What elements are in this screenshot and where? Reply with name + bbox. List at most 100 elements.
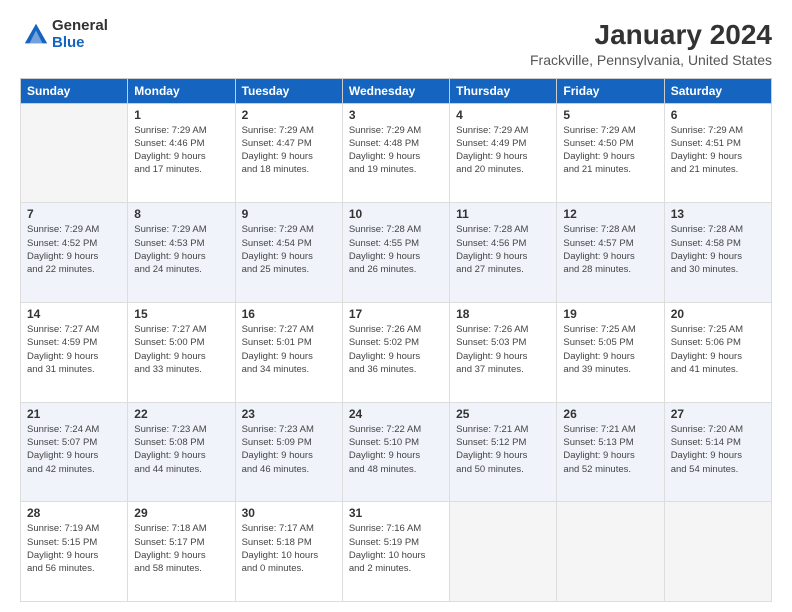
table-row: 10 Sunrise: 7:28 AM Sunset: 4:55 PM Dayli… xyxy=(342,203,449,303)
day-number: 22 xyxy=(134,407,228,421)
day-number: 29 xyxy=(134,506,228,520)
day-info: Sunrise: 7:28 AM Sunset: 4:58 PM Dayligh… xyxy=(671,223,765,276)
table-row: 28 Sunrise: 7:19 AM Sunset: 5:15 PM Dayli… xyxy=(21,502,128,602)
day-number: 26 xyxy=(563,407,657,421)
table-row: 5 Sunrise: 7:29 AM Sunset: 4:50 PM Daylig… xyxy=(557,103,664,203)
day-info: Sunrise: 7:29 AM Sunset: 4:50 PM Dayligh… xyxy=(563,124,657,177)
calendar-week-row: 28 Sunrise: 7:19 AM Sunset: 5:15 PM Dayli… xyxy=(21,502,772,602)
day-info: Sunrise: 7:24 AM Sunset: 5:07 PM Dayligh… xyxy=(27,423,121,476)
day-number: 30 xyxy=(242,506,336,520)
day-number: 9 xyxy=(242,207,336,221)
calendar: Sunday Monday Tuesday Wednesday Thursday… xyxy=(20,78,772,602)
day-info: Sunrise: 7:29 AM Sunset: 4:53 PM Dayligh… xyxy=(134,223,228,276)
day-info: Sunrise: 7:26 AM Sunset: 5:03 PM Dayligh… xyxy=(456,323,550,376)
day-info: Sunrise: 7:29 AM Sunset: 4:54 PM Dayligh… xyxy=(242,223,336,276)
day-info: Sunrise: 7:29 AM Sunset: 4:49 PM Dayligh… xyxy=(456,124,550,177)
day-number: 21 xyxy=(27,407,121,421)
table-row: 18 Sunrise: 7:26 AM Sunset: 5:03 PM Dayli… xyxy=(450,302,557,402)
table-row: 14 Sunrise: 7:27 AM Sunset: 4:59 PM Dayli… xyxy=(21,302,128,402)
logo-general: General xyxy=(52,18,108,35)
day-number: 6 xyxy=(671,108,765,122)
col-sunday: Sunday xyxy=(21,78,128,103)
day-number: 11 xyxy=(456,207,550,221)
table-row: 23Sunrise: 7:23 AM Sunset: 5:09 PM Dayli… xyxy=(235,402,342,502)
day-number: 10 xyxy=(349,207,443,221)
day-info: Sunrise: 7:23 AM Sunset: 5:08 PM Dayligh… xyxy=(134,423,228,476)
table-row: 29 Sunrise: 7:18 AM Sunset: 5:17 PM Dayli… xyxy=(128,502,235,602)
table-row: 11Sunrise: 7:28 AM Sunset: 4:56 PM Dayli… xyxy=(450,203,557,303)
day-info: Sunrise: 7:29 AM Sunset: 4:48 PM Dayligh… xyxy=(349,124,443,177)
table-row: 30 Sunrise: 7:17 AM Sunset: 5:18 PM Dayli… xyxy=(235,502,342,602)
table-row: 19Sunrise: 7:25 AM Sunset: 5:05 PM Dayli… xyxy=(557,302,664,402)
calendar-week-row: 1 Sunrise: 7:29 AM Sunset: 4:46 PM Daylig… xyxy=(21,103,772,203)
table-row: 2 Sunrise: 7:29 AM Sunset: 4:47 PM Daylig… xyxy=(235,103,342,203)
day-info: Sunrise: 7:18 AM Sunset: 5:17 PM Dayligh… xyxy=(134,522,228,575)
day-info: Sunrise: 7:27 AM Sunset: 5:01 PM Dayligh… xyxy=(242,323,336,376)
day-info: Sunrise: 7:22 AM Sunset: 5:10 PM Dayligh… xyxy=(349,423,443,476)
table-row: 3 Sunrise: 7:29 AM Sunset: 4:48 PM Daylig… xyxy=(342,103,449,203)
day-number: 8 xyxy=(134,207,228,221)
day-number: 2 xyxy=(242,108,336,122)
day-info: Sunrise: 7:20 AM Sunset: 5:14 PM Dayligh… xyxy=(671,423,765,476)
table-row xyxy=(664,502,771,602)
day-number: 13 xyxy=(671,207,765,221)
day-number: 5 xyxy=(563,108,657,122)
day-number: 14 xyxy=(27,307,121,321)
day-number: 25 xyxy=(456,407,550,421)
table-row: 1 Sunrise: 7:29 AM Sunset: 4:46 PM Daylig… xyxy=(128,103,235,203)
day-info: Sunrise: 7:23 AM Sunset: 5:09 PM Dayligh… xyxy=(242,423,336,476)
table-row xyxy=(557,502,664,602)
day-number: 4 xyxy=(456,108,550,122)
day-info: Sunrise: 7:29 AM Sunset: 4:46 PM Dayligh… xyxy=(134,124,228,177)
table-row: 15 Sunrise: 7:27 AM Sunset: 5:00 PM Dayli… xyxy=(128,302,235,402)
table-row: 25 Sunrise: 7:21 AM Sunset: 5:12 PM Dayli… xyxy=(450,402,557,502)
day-info: Sunrise: 7:17 AM Sunset: 5:18 PM Dayligh… xyxy=(242,522,336,575)
table-row: 7Sunrise: 7:29 AM Sunset: 4:52 PM Daylig… xyxy=(21,203,128,303)
day-info: Sunrise: 7:21 AM Sunset: 5:13 PM Dayligh… xyxy=(563,423,657,476)
day-number: 19 xyxy=(563,307,657,321)
day-info: Sunrise: 7:19 AM Sunset: 5:15 PM Dayligh… xyxy=(27,522,121,575)
table-row: 9 Sunrise: 7:29 AM Sunset: 4:54 PM Daylig… xyxy=(235,203,342,303)
header: General Blue January 2024 Frackville, Pe… xyxy=(20,18,772,68)
logo-blue: Blue xyxy=(52,35,108,52)
day-number: 1 xyxy=(134,108,228,122)
day-info: Sunrise: 7:29 AM Sunset: 4:51 PM Dayligh… xyxy=(671,124,765,177)
main-title: January 2024 xyxy=(530,18,772,52)
table-row: 6 Sunrise: 7:29 AM Sunset: 4:51 PM Daylig… xyxy=(664,103,771,203)
day-info: Sunrise: 7:16 AM Sunset: 5:19 PM Dayligh… xyxy=(349,522,443,575)
day-info: Sunrise: 7:27 AM Sunset: 4:59 PM Dayligh… xyxy=(27,323,121,376)
day-number: 18 xyxy=(456,307,550,321)
day-info: Sunrise: 7:25 AM Sunset: 5:06 PM Dayligh… xyxy=(671,323,765,376)
calendar-header-row: Sunday Monday Tuesday Wednesday Thursday… xyxy=(21,78,772,103)
logo: General Blue xyxy=(20,18,108,51)
day-number: 3 xyxy=(349,108,443,122)
col-thursday: Thursday xyxy=(450,78,557,103)
table-row: 24 Sunrise: 7:22 AM Sunset: 5:10 PM Dayli… xyxy=(342,402,449,502)
table-row: 20Sunrise: 7:25 AM Sunset: 5:06 PM Dayli… xyxy=(664,302,771,402)
table-row xyxy=(21,103,128,203)
table-row: 8 Sunrise: 7:29 AM Sunset: 4:53 PM Daylig… xyxy=(128,203,235,303)
day-number: 28 xyxy=(27,506,121,520)
day-number: 24 xyxy=(349,407,443,421)
calendar-week-row: 14 Sunrise: 7:27 AM Sunset: 4:59 PM Dayli… xyxy=(21,302,772,402)
logo-text: General Blue xyxy=(52,18,108,51)
col-saturday: Saturday xyxy=(664,78,771,103)
day-info: Sunrise: 7:27 AM Sunset: 5:00 PM Dayligh… xyxy=(134,323,228,376)
calendar-week-row: 7Sunrise: 7:29 AM Sunset: 4:52 PM Daylig… xyxy=(21,203,772,303)
day-info: Sunrise: 7:29 AM Sunset: 4:52 PM Dayligh… xyxy=(27,223,121,276)
table-row: 22 Sunrise: 7:23 AM Sunset: 5:08 PM Dayli… xyxy=(128,402,235,502)
day-info: Sunrise: 7:29 AM Sunset: 4:47 PM Dayligh… xyxy=(242,124,336,177)
table-row: 4 Sunrise: 7:29 AM Sunset: 4:49 PM Daylig… xyxy=(450,103,557,203)
col-monday: Monday xyxy=(128,78,235,103)
table-row: 16Sunrise: 7:27 AM Sunset: 5:01 PM Dayli… xyxy=(235,302,342,402)
col-friday: Friday xyxy=(557,78,664,103)
day-number: 27 xyxy=(671,407,765,421)
table-row: 17Sunrise: 7:26 AM Sunset: 5:02 PM Dayli… xyxy=(342,302,449,402)
title-block: January 2024 Frackville, Pennsylvania, U… xyxy=(530,18,772,68)
day-info: Sunrise: 7:28 AM Sunset: 4:55 PM Dayligh… xyxy=(349,223,443,276)
day-info: Sunrise: 7:28 AM Sunset: 4:57 PM Dayligh… xyxy=(563,223,657,276)
table-row: 31Sunrise: 7:16 AM Sunset: 5:19 PM Dayli… xyxy=(342,502,449,602)
day-info: Sunrise: 7:21 AM Sunset: 5:12 PM Dayligh… xyxy=(456,423,550,476)
day-number: 15 xyxy=(134,307,228,321)
calendar-week-row: 21 Sunrise: 7:24 AM Sunset: 5:07 PM Dayli… xyxy=(21,402,772,502)
